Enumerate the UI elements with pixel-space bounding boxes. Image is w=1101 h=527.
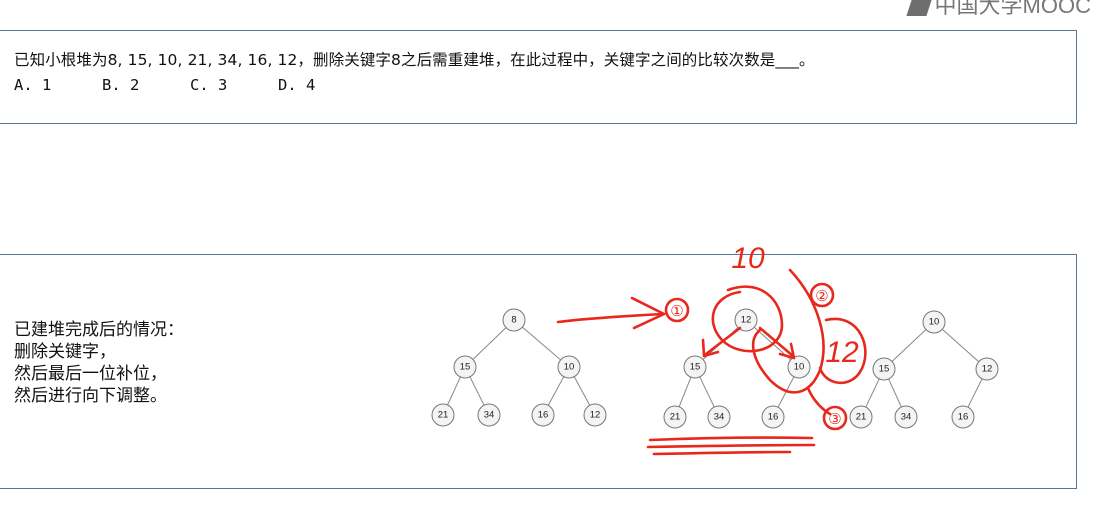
tree-edge [573,376,591,406]
tree-edge [888,378,902,408]
tree-edge [547,376,565,406]
tree-edge [967,378,983,408]
heap-node-label: 34 [484,410,495,421]
heap-node: 15 [872,357,896,381]
handwritten-ten: 10 [731,242,765,275]
handwritten-twelve: 12 [825,336,859,369]
step-two-label: ② [815,288,828,305]
heap-node-label: 21 [670,412,681,423]
heap-node-label: 21 [856,412,867,423]
heap-node: 21 [663,405,687,429]
underline-scribble [652,450,792,456]
heap-node-label: 10 [929,317,940,328]
heap-node-label: 34 [901,412,912,423]
arrow-head-icon [630,296,666,330]
heap-node-label: 16 [538,410,549,421]
heap-node-label: 10 [564,362,575,373]
heap-diagram: 815 1021 34 16 121215 1021 34 161015 1221 34 16 ① … [431,242,999,456]
heap-node-label: 15 [879,364,890,375]
heap-node: 21 [849,405,873,429]
underline-scribble [646,443,816,449]
heap-node: 15 [683,355,707,379]
heap-node: 12 [583,403,607,427]
heap-node: 34 [477,403,501,427]
heap-node: 15 [453,355,477,379]
heap-node: 34 [894,405,918,429]
tree-edge [891,329,927,362]
heap-node-label: 12 [741,315,752,326]
heap-node: 12 [975,357,999,381]
tree-edge [472,327,507,360]
heap-node-label: 12 [982,364,993,375]
heap-node-label: 15 [460,362,471,373]
step-one-label: ① [670,303,683,320]
arrow-left-down [704,326,742,356]
heap-node-label: 16 [768,412,779,423]
heap-node: 10 [922,310,946,334]
heap-node: 21 [431,403,455,427]
tree-edge [941,328,980,363]
underline-scribble [648,436,814,442]
heap-node-label: 34 [714,412,725,423]
heap-node-label: 10 [794,362,805,373]
heap-node-label: 12 [590,410,601,421]
heap-node: 10 [787,355,811,379]
heap-node-label: 21 [438,410,449,421]
tree-edge [699,376,715,408]
heap-node: 16 [531,403,555,427]
tree-edge [678,377,692,407]
tree-edge [865,378,880,408]
heap-node-label: 8 [511,315,516,326]
step-three-label: ③ [828,411,841,428]
heap-node-label: 15 [690,362,701,373]
tree-edge [447,376,461,406]
tree-edge [469,376,485,406]
heap-node: 34 [707,405,731,429]
heap-node: 16 [951,405,975,429]
heap-node: 10 [557,355,581,379]
heap-node-label: 16 [958,412,969,423]
heap-node: 8 [502,308,526,332]
arrow-right-down [758,326,795,358]
heap-node: 16 [761,405,785,429]
tree-edge [522,326,561,361]
